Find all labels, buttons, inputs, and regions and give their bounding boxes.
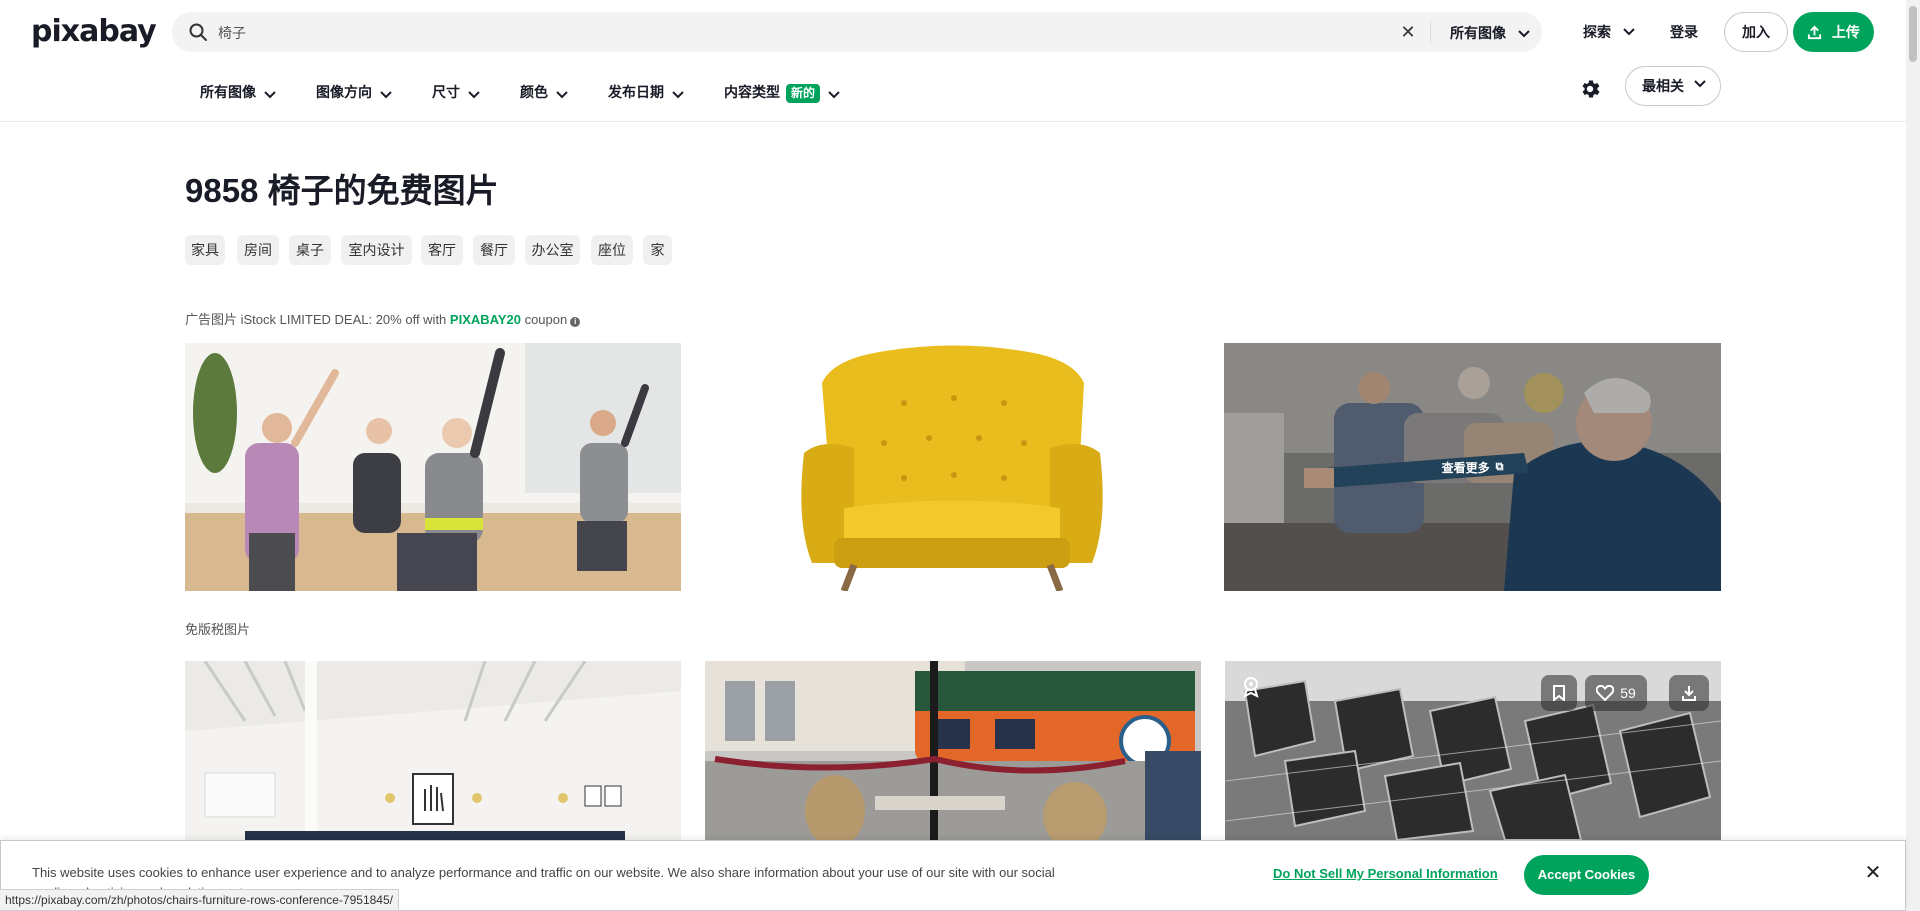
coupon-code: PIXABAY20 xyxy=(449,312,521,327)
filter-size[interactable]: 尺寸 xyxy=(432,78,480,106)
chevron-down-icon xyxy=(264,91,276,99)
image-outdoor-cafe[interactable] xyxy=(705,661,1201,840)
chevron-down-icon xyxy=(828,91,840,99)
tag-chip[interactable]: 房间 xyxy=(237,235,279,265)
chevron-down-icon xyxy=(556,91,568,99)
heart-icon xyxy=(1596,685,1615,701)
tag-chip[interactable]: 桌子 xyxy=(289,235,331,265)
see-more-overlay[interactable]: 查看更多 ⧉ xyxy=(1224,343,1721,591)
filter-label: 所有图像 xyxy=(200,84,256,100)
upload-label: 上传 xyxy=(1831,24,1860,40)
sort-dropdown[interactable]: 最相关 xyxy=(1625,66,1721,106)
bookmark-icon xyxy=(1553,685,1565,701)
info-icon[interactable]: i xyxy=(570,317,581,327)
external-link-icon: ⧉ xyxy=(1495,460,1504,473)
status-bar-url: https://pixabay.com/zh/photos/chairs-fur… xyxy=(0,889,399,911)
photo-seniors-exercise xyxy=(185,343,681,591)
search-media-type-label: 所有图像 xyxy=(1450,25,1506,41)
join-button[interactable]: 加入 xyxy=(1724,12,1788,52)
ad-image-yellow-armchair[interactable] xyxy=(704,343,1200,591)
close-icon[interactable]: ✕ xyxy=(1863,863,1883,883)
photo-outdoor-cafe xyxy=(705,661,1201,840)
like-button[interactable]: 59 xyxy=(1585,675,1647,711)
editors-choice-icon xyxy=(1243,677,1259,698)
photo-yellow-armchair xyxy=(704,343,1200,591)
filter-publish-date[interactable]: 发布日期 xyxy=(608,78,684,106)
sponsored-suffix: coupon xyxy=(520,312,568,327)
filter-orientation[interactable]: 图像方向 xyxy=(316,78,392,106)
chevron-down-icon xyxy=(468,91,480,99)
chevron-down-icon xyxy=(1623,28,1635,36)
sponsored-label: 广告图片 iStock LIMITED DEAL: 20% off with P… xyxy=(185,309,581,328)
gear-icon[interactable] xyxy=(1578,77,1602,101)
filter-content-type[interactable]: 内容类型 新的 xyxy=(724,78,840,106)
chevron-down-icon xyxy=(1518,30,1530,38)
tag-chip[interactable]: 家 xyxy=(643,235,672,265)
chevron-down-icon xyxy=(1694,80,1706,88)
do-not-sell-link[interactable]: Do Not Sell My Personal Information xyxy=(1273,866,1498,881)
accept-cookies-button[interactable]: Accept Cookies xyxy=(1524,855,1649,895)
search-divider xyxy=(1430,21,1431,43)
download-icon xyxy=(1682,686,1696,701)
search-icon xyxy=(189,23,207,41)
filter-label: 发布日期 xyxy=(608,84,664,100)
download-button[interactable] xyxy=(1669,675,1709,711)
image-chairs-rows-conference[interactable]: 59 xyxy=(1225,661,1721,840)
scrollbar-thumb[interactable] xyxy=(1909,6,1917,62)
search-media-type-dropdown[interactable]: 所有图像 xyxy=(1450,23,1530,43)
sponsored-text: 广告图片 iStock LIMITED DEAL: 20% off with xyxy=(185,312,450,327)
ad-image-seniors-chair-exercise[interactable] xyxy=(185,343,681,591)
chevron-down-icon xyxy=(672,91,684,99)
clear-search-icon[interactable]: ✕ xyxy=(1398,22,1418,42)
filter-label: 图像方向 xyxy=(316,84,372,100)
page-title: 9858 椅子的免费图片 xyxy=(185,172,499,209)
filter-label: 内容类型 xyxy=(724,84,780,100)
upload-button[interactable]: 上传 xyxy=(1793,12,1874,52)
chevron-down-icon xyxy=(380,91,392,99)
tag-chip[interactable]: 餐厅 xyxy=(473,235,515,265)
tag-chip[interactable]: 座位 xyxy=(591,235,633,265)
tag-chip[interactable]: 室内设计 xyxy=(341,235,412,265)
image-white-room-chairs[interactable] xyxy=(185,661,681,840)
tag-chip[interactable]: 客厅 xyxy=(421,235,463,265)
filter-bar: 所有图像 图像方向 尺寸 颜色 发布日期 内容类型 新的 最相关 xyxy=(0,64,1906,122)
search-input[interactable]: 椅子 xyxy=(218,23,246,43)
page-scrollbar[interactable] xyxy=(1906,0,1920,911)
photo-white-room xyxy=(185,661,681,840)
search-bar[interactable]: 椅子 ✕ 所有图像 xyxy=(172,12,1542,52)
new-badge: 新的 xyxy=(786,84,821,103)
ad-image-seniors-stretching[interactable]: 查看更多 ⧉ xyxy=(1224,343,1721,591)
section-label-royalty-free: 免版税图片 xyxy=(185,622,251,637)
filter-media-type[interactable]: 所有图像 xyxy=(200,78,276,106)
upload-icon xyxy=(1807,25,1822,40)
filter-color[interactable]: 颜色 xyxy=(520,78,568,106)
tag-chip[interactable]: 办公室 xyxy=(525,235,580,265)
sort-label: 最相关 xyxy=(1642,78,1684,94)
filter-label: 颜色 xyxy=(520,84,548,100)
tag-chip[interactable]: 家具 xyxy=(185,235,225,265)
explore-menu[interactable]: 探索 xyxy=(1583,12,1635,52)
filter-label: 尺寸 xyxy=(432,84,460,100)
like-count: 59 xyxy=(1620,685,1636,701)
see-more-label: 查看更多 xyxy=(1441,460,1490,475)
login-link[interactable]: 登录 xyxy=(1670,12,1698,52)
bookmark-button[interactable] xyxy=(1541,675,1577,711)
pixabay-logo[interactable]: pixabay xyxy=(31,14,157,49)
top-bar: pixabay 椅子 ✕ 所有图像 探索 登录 加入 上传 xyxy=(0,0,1906,64)
explore-label: 探索 xyxy=(1583,24,1611,40)
